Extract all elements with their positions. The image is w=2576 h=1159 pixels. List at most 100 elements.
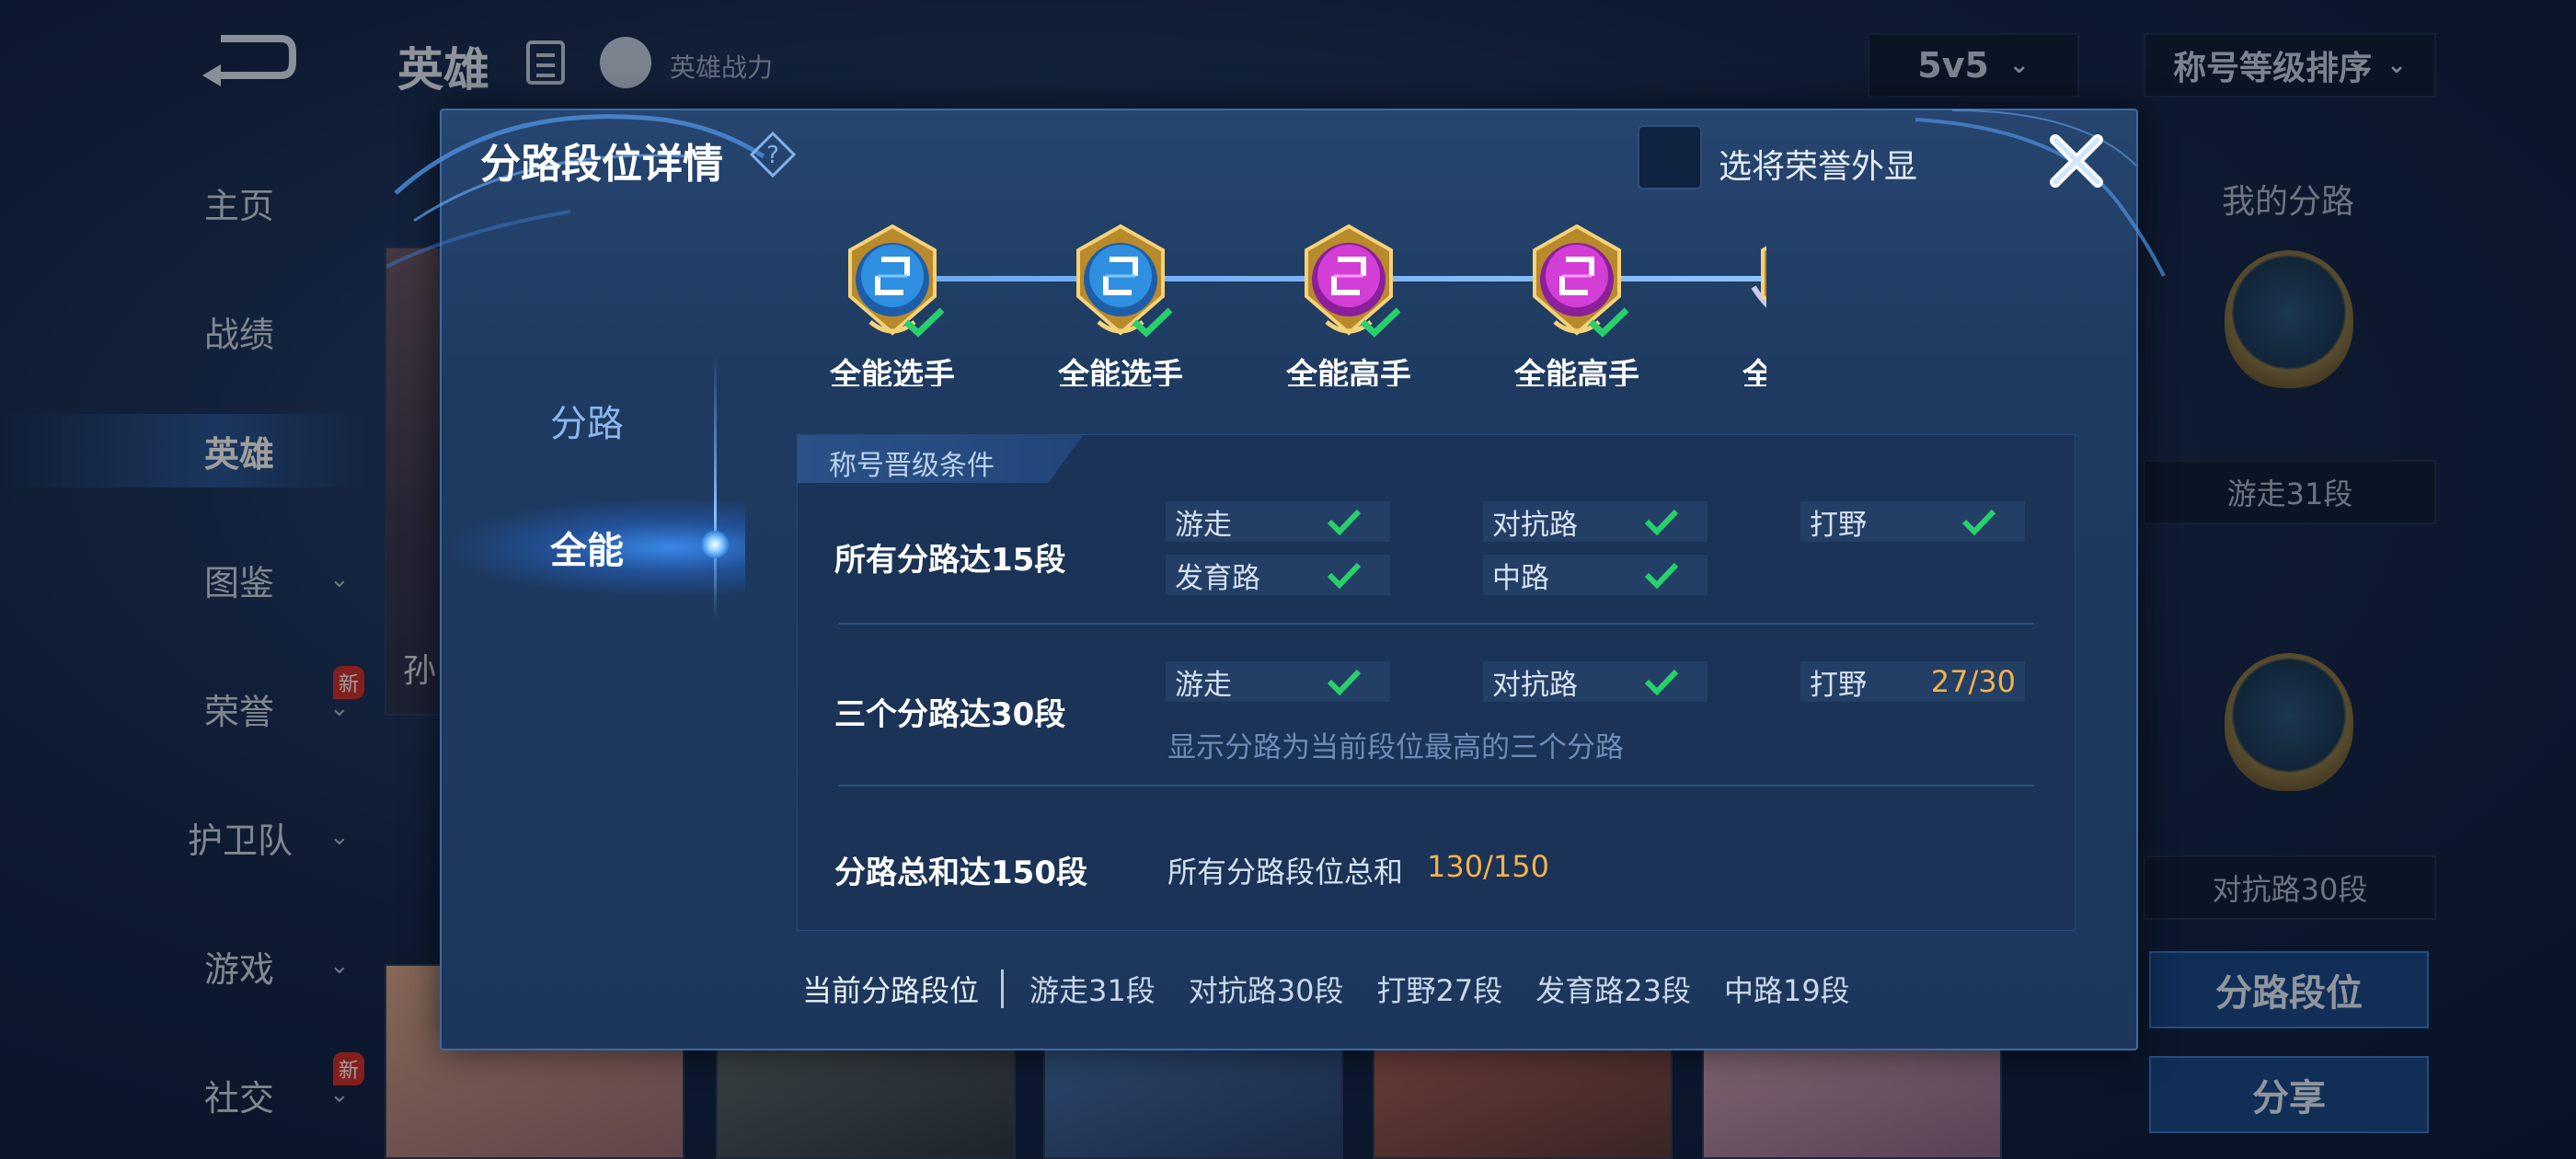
current-lane-ranks: 当前分路段位 游走31段 对抗路30段 打野27段 发育路23段 中路19段 — [802, 966, 1883, 1012]
hero-power-label[interactable]: 英雄战力 — [670, 48, 773, 85]
rank-emblem-icon — [1750, 223, 1766, 342]
rank-tier[interactable]: 全能大师 — [1722, 221, 1766, 386]
my-lane-title: 我的分路 — [2222, 183, 2355, 221]
chip-label: 对抗路 — [1492, 508, 1578, 542]
hero-power-icon[interactable] — [600, 37, 651, 88]
nav-item-social[interactable]: 社交 ⌄ 新 — [0, 1052, 368, 1131]
document-icon[interactable] — [526, 40, 565, 85]
chevron-down-icon: ⌄ — [329, 823, 350, 851]
nav-item-label: 荣誉 — [204, 691, 275, 732]
check-icon — [1644, 669, 1679, 696]
check-icon — [1327, 669, 1362, 696]
lane-rank-button[interactable]: 分路段位 — [2149, 951, 2429, 1028]
nav-item-hero[interactable]: 英雄 — [0, 414, 368, 488]
hero-card-name: 孙 — [403, 652, 437, 690]
conditions-header: 称号晋级条件 — [829, 450, 995, 482]
check-icon — [1360, 307, 1401, 338]
current-rank-item: 游走31段 — [1029, 973, 1156, 1008]
chip-label: 打野 — [1810, 668, 1867, 702]
check-icon — [1132, 307, 1173, 338]
chip-progress: 27/30 — [1930, 664, 2016, 699]
chevron-down-icon: ⌄ — [2386, 52, 2407, 79]
rank-label: 全能选手 — [830, 357, 955, 386]
lane-emblem-icon — [2225, 653, 2353, 791]
mode-select-value: 5v5 — [1917, 45, 1989, 86]
display-honor-label[interactable]: 选将荣誉外显 — [1719, 140, 1917, 188]
condition-chip: 发育路 — [1166, 555, 1390, 595]
promotion-conditions-panel: 称号晋级条件 所有分路达15段 游走 对抗路 打野 发育路 中路 三个分路达30… — [797, 434, 2076, 931]
current-rank-item: 对抗路30段 — [1188, 973, 1344, 1008]
decorative-swoosh-icon — [1915, 109, 2166, 277]
display-honor-checkbox[interactable] — [1638, 125, 1702, 189]
new-badge: 新 — [333, 666, 365, 699]
nav-item-label: 英雄 — [204, 433, 275, 475]
nav-item-home[interactable]: 主页 — [0, 166, 368, 239]
lane-chip: 游走31段 — [2144, 460, 2436, 524]
rank-label: 全能高手 — [1514, 357, 1639, 386]
mode-select[interactable]: 5v5 ⌄ — [1868, 33, 2079, 98]
condition-chip: 游走 — [1166, 501, 1390, 542]
close-button[interactable] — [2039, 123, 2114, 199]
chip-label: 打野 — [1810, 508, 1867, 542]
page-title: 英雄 — [397, 43, 489, 97]
chevron-down-icon: ⌄ — [329, 952, 350, 980]
condition-chip: 游走 — [1166, 661, 1390, 702]
chip-label: 中路 — [1492, 561, 1549, 595]
category-tabs: 分路 全能 — [442, 244, 745, 1053]
check-icon — [1588, 307, 1629, 338]
chip-label: 游走 — [1175, 668, 1232, 702]
divider — [1001, 970, 1005, 1008]
help-icon[interactable]: ? — [749, 131, 797, 178]
condition-chip: 对抗路 — [1483, 501, 1708, 542]
nav-item-honor[interactable]: 荣誉 ⌄ 新 — [0, 666, 368, 745]
rank-progression-track: 全能选手全能选手全能高手全能高手全能大师全能大师 — [810, 221, 1766, 386]
dialog-title: 分路段位详情 — [480, 141, 723, 188]
tab-all-round[interactable]: 全能 — [442, 501, 736, 593]
nav-item-label: 游戏 — [204, 948, 275, 990]
sort-select[interactable]: 称号等级排序 ⌄ — [2144, 33, 2436, 98]
lane-rank-detail-dialog: 分路段位详情 ? 选将荣誉外显 分路 全能 全能选手全能选手全能高手全能高手全能… — [386, 109, 2166, 1053]
check-icon — [1327, 562, 1362, 590]
nav-item-record[interactable]: 战绩 — [0, 294, 368, 368]
rank-label: 全能选手 — [1058, 357, 1183, 386]
check-icon — [903, 307, 945, 338]
current-ranks-title: 当前分路段位 — [802, 973, 980, 1008]
chip-label: 对抗路 — [1492, 668, 1578, 702]
chevron-down-icon: ⌄ — [2008, 52, 2030, 79]
rank-tier[interactable]: 全能选手 — [1038, 221, 1194, 386]
condition-chip: 中路 — [1483, 555, 1708, 595]
nav-item-label: 图鉴 — [204, 562, 275, 603]
back-button[interactable] — [193, 28, 299, 92]
nav-item-codex[interactable]: 图鉴 ⌄ — [0, 543, 368, 616]
nav-item-label: 社交 — [204, 1077, 275, 1119]
nav-item-label: 战绩 — [204, 314, 275, 355]
current-rank-item: 中路19段 — [1723, 973, 1850, 1008]
share-button[interactable]: 分享 — [2149, 1056, 2429, 1133]
condition-note: 显示分路为当前段位最高的三个分路 — [1167, 731, 1624, 764]
condition-chip: 对抗路 — [1483, 661, 1708, 702]
condition-progress: 130/150 — [1427, 849, 1549, 884]
back-arrow-icon — [202, 35, 296, 86]
check-icon — [1327, 509, 1362, 536]
rank-tier[interactable]: 全能选手 — [810, 221, 966, 386]
rank-label: 全能大师 — [1742, 357, 1766, 386]
new-badge: 新 — [333, 1052, 365, 1085]
chip-label: 游走 — [1175, 508, 1232, 542]
nav-item-game[interactable]: 游戏 ⌄ — [0, 929, 368, 1003]
close-icon — [2050, 134, 2103, 188]
nav-item-guard[interactable]: 护卫队 ⌄ — [0, 800, 368, 874]
lane-chip: 对抗路30段 — [2144, 855, 2436, 920]
condition-title: 所有分路达15段 — [834, 542, 1066, 579]
tab-label: 分路 — [550, 403, 624, 445]
rank-tier[interactable]: 全能高手 — [1494, 221, 1650, 386]
row-divider — [838, 623, 2034, 625]
sort-select-value: 称号等级排序 — [2173, 50, 2373, 87]
chevron-down-icon: ⌄ — [329, 566, 350, 593]
nav-item-label: 主页 — [204, 185, 275, 226]
current-rank-item: 发育路23段 — [1535, 973, 1691, 1008]
check-icon — [1961, 509, 1996, 536]
tab-lane[interactable]: 分路 — [442, 374, 736, 466]
condition-title: 三个分路达30段 — [834, 696, 1066, 733]
rank-tier[interactable]: 全能高手 — [1266, 221, 1422, 386]
svg-text:?: ? — [766, 142, 779, 169]
